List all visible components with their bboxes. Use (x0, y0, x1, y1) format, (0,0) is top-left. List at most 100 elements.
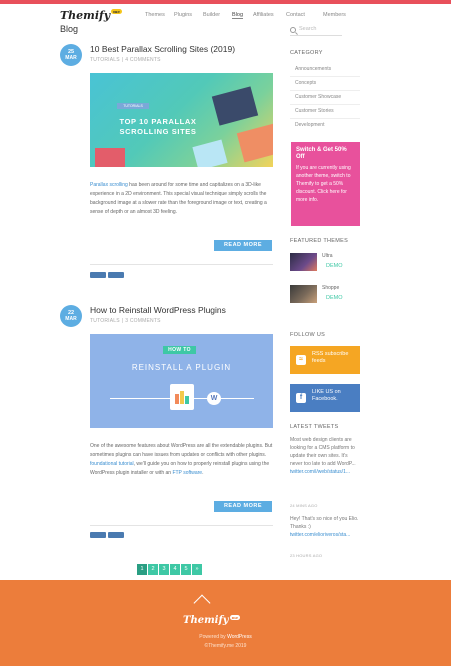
excerpt-text: . (202, 470, 204, 476)
rss-follow-button[interactable]: ≈ RSS subscribe feeds (290, 346, 360, 374)
category-widget-title: CATEGORY (290, 50, 323, 56)
nav-affiliates[interactable]: Affiliates (253, 12, 274, 18)
footer-logo-text: Themify (183, 615, 229, 626)
theme-demo-link[interactable]: DEMO (326, 295, 343, 301)
main-nav: Themes Plugins Builder Blog Affiliates C… (0, 12, 451, 20)
page-2[interactable]: 2 (148, 564, 158, 575)
image-banner-line: TOP 10 PARALLAX (119, 117, 197, 126)
read-more-button[interactable]: READ MORE (214, 501, 272, 512)
tweet: Hey! That's so nice of you Elio. Thanks … (290, 515, 360, 539)
theme-name[interactable]: Shoppe (322, 285, 339, 291)
post-featured-image[interactable]: TUTORIALS TOP 10 PARALLAX SCROLLING SITE… (90, 73, 273, 167)
featured-theme[interactable]: Ultra DEMO (290, 253, 360, 273)
copyright: ©Themify.me 2019 (204, 643, 247, 649)
featured-theme[interactable]: Shoppe DEMO (290, 285, 360, 305)
theme-demo-link[interactable]: DEMO (326, 263, 343, 269)
post-comments[interactable]: 3 COMMENTS (125, 318, 160, 324)
share-buttons (90, 272, 128, 278)
facebook-label: LIKE US on Facebook. (312, 389, 341, 402)
theme-thumbnail[interactable] (290, 253, 317, 271)
rss-label: RSS subscribe feeds (312, 351, 349, 364)
divider (290, 90, 360, 91)
powered-by-text: Powered by (199, 634, 226, 640)
nav-builder[interactable]: Builder (203, 12, 220, 18)
image-tag: TUTORIALS (117, 103, 149, 109)
post-date-badge: 25 MAR (60, 44, 82, 66)
post-category[interactable]: TUTORIALS (90, 57, 120, 63)
tweet-time: 23 HOURS AGO (290, 553, 323, 558)
post-divider (90, 525, 273, 526)
post-title[interactable]: How to Reinstall WordPress Plugins (90, 305, 226, 315)
footer-logo[interactable]: Themify me (183, 615, 241, 626)
next-page-button[interactable]: » (192, 564, 202, 575)
image-decor-line (110, 398, 170, 399)
tweet-link[interactable]: twitter.com/i/web/status/1... (290, 469, 350, 475)
category-link[interactable]: Announcements (295, 66, 331, 72)
nav-themes[interactable]: Themes (145, 12, 165, 18)
tweet: Most web design clients are looking for … (290, 436, 360, 476)
category-link[interactable]: Development (295, 122, 324, 128)
theme-name[interactable]: Ultra (322, 253, 333, 259)
plugin-box-icon (170, 384, 194, 410)
post-featured-image[interactable]: HOW TO REINSTALL A PLUGIN W (90, 334, 273, 428)
image-decor-card (95, 148, 125, 167)
promo-title: Switch & Get 50% Off (296, 147, 347, 160)
image-decor-line (194, 398, 254, 399)
search-icon[interactable] (290, 27, 296, 33)
read-more-button[interactable]: READ MORE (214, 240, 272, 251)
share-button[interactable] (108, 532, 124, 538)
excerpt-link[interactable]: FTP software (172, 470, 202, 476)
site-footer: Themify me Powered by WordPress ©Themify.… (0, 580, 451, 666)
follow-us-title: FOLLOW US (290, 332, 326, 338)
share-button[interactable] (108, 272, 124, 278)
facebook-icon: f (296, 393, 306, 403)
category-link[interactable]: Customer Showcase (295, 94, 341, 100)
image-banner: REINSTALL A PLUGIN (131, 363, 232, 372)
category-link[interactable]: Concepts (295, 80, 316, 86)
latest-tweets-title: LATEST TWEETS (290, 424, 339, 430)
image-decor-card (236, 123, 273, 163)
footer-logo-badge: me (229, 615, 241, 620)
share-button[interactable] (90, 272, 106, 278)
tweet-text: Most web design clients are looking for … (290, 437, 356, 467)
share-button[interactable] (90, 532, 106, 538)
nav-blog[interactable]: Blog (232, 12, 244, 19)
promo-text: If you are currently using another theme… (296, 165, 351, 203)
image-decor-card (211, 86, 259, 126)
wordpress-link[interactable]: WordPress (227, 634, 252, 640)
powered-by: Powered by WordPress (0, 634, 451, 640)
post-meta: TUTORIALS | 3 COMMENTS (90, 318, 161, 324)
nav-plugins[interactable]: Plugins (174, 12, 192, 18)
facebook-follow-button[interactable]: f LIKE US on Facebook. (290, 384, 360, 412)
promo-banner[interactable]: Switch & Get 50% Off If you are currentl… (291, 142, 360, 226)
post-title[interactable]: 10 Best Parallax Scrolling Sites (2019) (90, 44, 235, 54)
search-input[interactable] (299, 26, 341, 32)
excerpt-link[interactable]: foundational tutorial (90, 461, 134, 467)
post-card: 25 MAR 10 Best Parallax Scrolling Sites … (60, 44, 275, 284)
excerpt-link[interactable]: Parallax scrolling (90, 182, 128, 188)
post-card: 22 MAR How to Reinstall WordPress Plugin… (60, 305, 275, 545)
divider (290, 118, 360, 119)
back-to-top-icon[interactable] (193, 594, 211, 612)
theme-thumbnail[interactable] (290, 285, 317, 303)
nav-members[interactable]: Members (323, 12, 346, 18)
search-box (290, 26, 342, 36)
rss-icon: ≈ (296, 355, 306, 365)
page-3[interactable]: 3 (159, 564, 169, 575)
nav-contact[interactable]: Contact (286, 12, 305, 18)
post-comments[interactable]: 4 COMMENTS (125, 57, 160, 63)
page-5[interactable]: 5 (181, 564, 191, 575)
post-category[interactable]: TUTORIALS (90, 318, 120, 324)
tweet-time: 24 MINS AGO (290, 503, 318, 508)
image-banner-line: SCROLLING SITES (119, 127, 197, 136)
post-month: MAR (65, 55, 77, 61)
divider (290, 104, 360, 105)
tweet-text: Hey! That's so nice of you Elio. Thanks … (290, 516, 359, 530)
excerpt-text: One of the awesome features about WordPr… (90, 443, 273, 458)
page-1[interactable]: 1 (137, 564, 147, 575)
page-4[interactable]: 4 (170, 564, 180, 575)
share-buttons (90, 532, 128, 538)
tweet-link[interactable]: twitter.com/elioriveros/sta... (290, 532, 350, 538)
category-link[interactable]: Customer Stories (295, 108, 334, 114)
page-title: Blog (60, 24, 79, 34)
